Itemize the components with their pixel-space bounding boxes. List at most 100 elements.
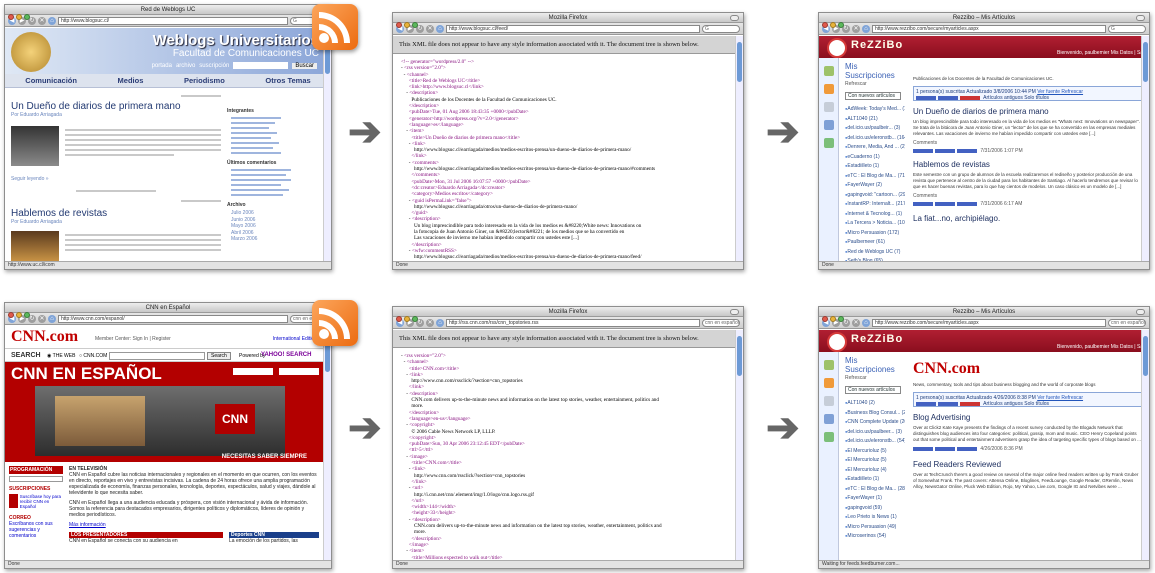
header-search-button[interactable]: Buscar: [292, 62, 317, 69]
subscription-item[interactable]: Denrere, Media, And ... (2): [845, 143, 905, 152]
member-center[interactable]: Member Center: Sign In | Register: [95, 336, 171, 342]
subscription-item[interactable]: FayerWayer (2): [845, 181, 905, 190]
address-bar[interactable]: http://rss.cnn.com/rss/cnn_topstories.rs…: [446, 318, 700, 327]
subscription-item[interactable]: Internet & Tecnolog... (1): [845, 210, 905, 219]
filter-select[interactable]: Con nuevos artículos: [845, 92, 901, 100]
subscription-item[interactable]: El Mercurioluz (5): [845, 456, 905, 465]
feed-options[interactable]: Artículos antiguos Solo títulos: [983, 95, 1049, 101]
doc-icon[interactable]: [823, 102, 834, 112]
vertical-scrollbar[interactable]: [1141, 36, 1149, 261]
article2-title[interactable]: Hablemos de revistas: [913, 160, 1143, 169]
vertical-scrollbar[interactable]: [735, 330, 743, 560]
rezzibo-logo[interactable]: ReZZiBo: [851, 39, 903, 51]
radio-web[interactable]: ◉ THE WEB: [47, 353, 75, 359]
subscription-item[interactable]: del.icio.us/paulbeer... (3): [845, 428, 905, 437]
subscription-item[interactable]: Estadiilleto (1): [845, 475, 905, 484]
subscription-item[interactable]: del.icio.us/paulbeir... (3): [845, 124, 905, 133]
nav-otros-temas[interactable]: Otros Temas: [265, 76, 310, 85]
nav-periodismo[interactable]: Periodismo: [184, 76, 225, 85]
subscription-item[interactable]: Leo Prieto is News (1): [845, 513, 905, 522]
archive-item[interactable]: Marzo 2006: [231, 236, 317, 243]
filter-select[interactable]: Con nuevos artículos: [845, 386, 901, 394]
stop-icon[interactable]: ✕: [426, 24, 434, 33]
home-icon[interactable]: ⌂: [436, 318, 444, 327]
vertical-scrollbar[interactable]: [1141, 330, 1149, 560]
international-edition[interactable]: International Edition: [273, 336, 317, 342]
subscription-promo[interactable]: Suscríbase hoy para recibir CNN en Españ…: [20, 494, 63, 509]
toolbar-toggle[interactable]: [730, 309, 739, 315]
search-box[interactable]: G: [1108, 24, 1146, 33]
subscription-item[interactable]: eTC : El Blog de Ma... (71): [845, 172, 905, 181]
vertical-scrollbar[interactable]: [323, 28, 331, 261]
subscription-item[interactable]: CNN Complete Update (26): [845, 418, 905, 427]
subscription-item[interactable]: del.icio.us/eleronstb... (164): [845, 134, 905, 143]
home-icon[interactable]: ⌂: [48, 314, 56, 323]
refresh-link[interactable]: Refrescar: [845, 81, 905, 87]
home-icon[interactable]: [823, 66, 834, 76]
subscription-item[interactable]: ALT1040 (21): [845, 115, 905, 124]
subscription-item[interactable]: Business Blog Consul... (25): [845, 409, 905, 418]
post1-read-more[interactable]: Seguir leyendo »: [11, 176, 221, 182]
article3-title[interactable]: La fiat...no, archipiélago.: [913, 214, 1143, 223]
address-bar[interactable]: http://www.blogsuc.cl/: [58, 16, 288, 25]
rezzibo-logo[interactable]: ReZZiBo: [851, 333, 903, 345]
address-bar[interactable]: http://www.cnn.com/espanol/: [58, 314, 288, 323]
address-bar[interactable]: http://www.blogsuc.cl/feed/: [446, 24, 700, 33]
search-box[interactable]: cnn en español: [702, 318, 740, 327]
settings-icon[interactable]: [823, 432, 834, 442]
tag-chip[interactable]: [938, 401, 958, 406]
subscription-item[interactable]: gapingvoid (59): [845, 504, 905, 513]
title-bar[interactable]: Mozilla Firefox: [393, 307, 743, 322]
subscription-item[interactable]: AdWeek: Today's Med... (175): [845, 105, 905, 114]
subscription-item[interactable]: InstantRP: Internalt... (217): [845, 200, 905, 209]
search-box[interactable]: cnn en español: [1108, 318, 1146, 327]
home-icon[interactable]: ⌂: [436, 24, 444, 33]
subscription-item[interactable]: Estadiilleto (1): [845, 162, 905, 171]
header-link-archivo[interactable]: archivo: [176, 63, 195, 69]
subscription-item[interactable]: Microserinos (54): [845, 532, 905, 541]
subscription-item[interactable]: Paulberneer (61): [845, 238, 905, 247]
address-bar[interactable]: http://www.rezzibo.com/secure/myarticles…: [872, 318, 1106, 327]
header-link-portada[interactable]: portada: [152, 63, 172, 69]
article2-title[interactable]: Feed Readers Reviewed: [913, 460, 1143, 469]
more-info-link[interactable]: Más información: [69, 522, 319, 528]
tag-chip[interactable]: [938, 95, 958, 100]
title-bar[interactable]: CNN en Español: [5, 303, 331, 318]
tag-chip[interactable]: [916, 401, 936, 406]
stop-icon[interactable]: ✕: [852, 24, 860, 33]
tag-chip[interactable]: [960, 401, 980, 406]
subscription-item[interactable]: Micro Persuasion (49): [845, 523, 905, 532]
subscription-item[interactable]: Red de Weblogs UC (7): [845, 248, 905, 257]
doc-icon[interactable]: [823, 396, 834, 406]
search-icon[interactable]: [823, 414, 834, 424]
cnn-search-input[interactable]: [109, 352, 205, 360]
home-icon[interactable]: ⌂: [48, 16, 56, 25]
title-bar[interactable]: Rezzibo – Mis Artículos: [819, 13, 1149, 28]
tag-chip[interactable]: [916, 95, 936, 100]
home-icon[interactable]: ⌂: [862, 318, 870, 327]
toolbar-toggle[interactable]: [1136, 15, 1145, 21]
vertical-scrollbar[interactable]: [323, 326, 331, 560]
settings-icon[interactable]: [823, 138, 834, 148]
subscription-item[interactable]: FayerWayer (1): [845, 494, 905, 503]
header-search-input[interactable]: [233, 62, 289, 69]
post2-title[interactable]: Hablemos de revistas: [11, 208, 221, 219]
correo-link[interactable]: Escríbanos con sus sugerencias y comenta…: [9, 521, 63, 539]
subscription-item[interactable]: ALT1040 (2): [845, 399, 905, 408]
subscription-item[interactable]: eTC : El Blog de Ma... (28): [845, 485, 905, 494]
user-menu[interactable]: Bienvenido, paulbemier Mis Datos | Salir: [1057, 344, 1147, 350]
subscription-item[interactable]: El Mercurioluz (5): [845, 447, 905, 456]
search-box[interactable]: G: [702, 24, 740, 33]
tag-chip[interactable]: [960, 95, 980, 100]
comments-link[interactable]: Comments: [913, 193, 1143, 199]
subscription-item[interactable]: gapingvoid: "cartoon... (29): [845, 191, 905, 200]
user-menu[interactable]: Bienvenido, paulbemier Mis Datos | Salir: [1057, 50, 1147, 56]
home-icon[interactable]: ⌂: [862, 24, 870, 33]
header-link-suscripcion[interactable]: suscripción: [199, 63, 229, 69]
cnn-logo[interactable]: CNN.com: [11, 328, 78, 346]
subscription-item[interactable]: La Tercera > Noticia... (101): [845, 219, 905, 228]
feed-icon[interactable]: [823, 84, 834, 94]
radio-cnn[interactable]: ○ CNN.COM: [79, 353, 107, 359]
feed-icon[interactable]: [823, 378, 834, 388]
region-select[interactable]: [233, 368, 273, 375]
